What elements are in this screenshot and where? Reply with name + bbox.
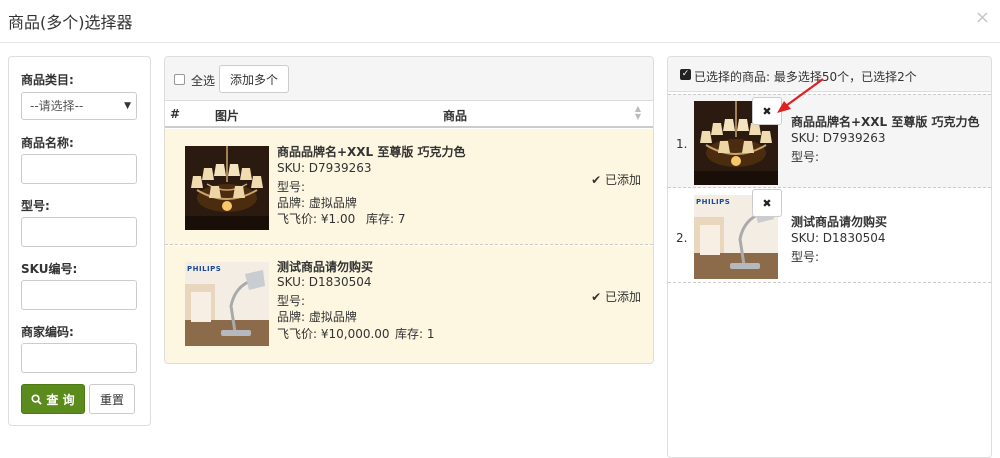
selected-item: 1. ✖ 商品品牌名+XXL 至尊版 巧克力色 SKU: D7939263 型号… [668,94,991,188]
modal-header: 商品(多个)选择器 × [0,0,1000,43]
search-icon [31,393,43,405]
product-sku: SKU: D1830504 [277,275,372,289]
selected-item-model: 型号: [791,150,820,164]
table-header: # 图片 商品 ▲ ▼ [165,101,653,128]
product-brand: 品牌: 虚拟品牌 [277,310,357,324]
selected-item-name: 测试商品请勿购买 [791,215,888,229]
desk-lamp-thumbnail: PHILIPS [185,262,269,346]
selected-item-sku: SKU: D7939263 [791,131,886,145]
reset-button[interactable]: 重置 [89,384,135,414]
product-model: 型号: [277,180,306,194]
modal-title: 商品(多个)选择器 [8,13,133,32]
column-product[interactable]: 商品 [443,107,467,124]
model-label: 型号: [21,199,50,213]
added-label: 已添加 [604,173,641,187]
query-button-label: 查 询 [46,392,75,407]
selected-item-index: 2. [676,231,688,245]
chandelier-image [185,146,269,230]
category-select[interactable]: --请选择-- ▼ [21,92,137,120]
product-toolbar: 全选 添加多个 [165,57,653,101]
philips-logo: PHILIPS [696,198,731,206]
added-status: ✔ 已添加 [591,288,641,305]
selected-panel: ✓ 已选择的商品: 最多选择50个，已选择2个 1. ✖ 商品品牌名+XXL 至… [667,56,992,458]
selected-item-index: 1. [676,137,688,151]
product-stock: 库存: 7 [366,212,406,226]
annotation-arrow-icon [777,78,824,113]
product-price: 飞飞价: ¥10,000.00 [277,327,390,341]
category-label: 商品类目: [21,73,74,87]
table-row: 商品品牌名+XXL 至尊版 巧克力色 SKU: D7939263 型号: 品牌:… [165,129,653,245]
column-index: # [170,107,181,121]
added-label: 已添加 [604,290,641,304]
product-price: 飞飞价: ¥1.00 [277,212,356,226]
check-icon: ✔ [591,290,602,304]
select-all-checkbox[interactable] [174,74,185,85]
category-select-value: --请选择-- [30,99,84,113]
sort-icon[interactable]: ▲ ▼ [635,105,641,121]
product-sku: SKU: D7939263 [277,161,372,175]
model-input[interactable] [21,217,137,247]
selected-item-sku: SKU: D1830504 [791,231,886,245]
product-stock: 库存: 1 [395,327,435,341]
column-image: 图片 [215,109,240,123]
close-icon: ✖ [762,104,772,118]
sku-label: SKU编号: [21,262,78,276]
select-all-label: 全选 [191,74,216,88]
product-brand: 品牌: 虚拟品牌 [277,196,357,210]
product-name-input[interactable] [21,154,137,184]
merchant-code-label: 商家编码: [21,325,74,339]
philips-logo: PHILIPS [187,265,222,273]
add-multiple-button[interactable]: 添加多个 [219,65,289,93]
selected-checkbox[interactable]: ✓ [680,69,691,80]
product-model: 型号: [277,294,306,308]
product-name-label: 商品名称: [21,136,74,150]
query-button[interactable]: 查 询 [21,384,85,414]
added-status: ✔ 已添加 [591,171,641,188]
check-icon: ✔ [591,173,602,187]
selected-item-model: 型号: [791,250,820,264]
selected-header: ✓ 已选择的商品: 最多选择50个，已选择2个 [668,57,991,92]
product-list-panel: 全选 添加多个 # 图片 商品 ▲ ▼ 商品品牌名+XXL 至尊版 巧克力色 S… [164,56,654,364]
merchant-code-input[interactable] [21,343,137,373]
product-name: 商品品牌名+XXL 至尊版 巧克力色 [277,145,466,159]
filter-panel: 商品类目: --请选择-- ▼ 商品名称: 型号: SKU编号: 商家编码: 查… [8,56,151,426]
sku-input[interactable] [21,280,137,310]
product-name: 测试商品请勿购买 [277,260,374,274]
table-row: PHILIPS 测试商品请勿购买 SKU: D1830504 型号: 品牌: 虚… [165,246,653,363]
remove-item-button[interactable]: ✖ [752,189,782,217]
caret-down-icon: ▼ [124,101,131,111]
close-icon: ✖ [762,196,772,210]
desk-lamp-image [185,262,269,346]
selected-item: 2. PHILIPS ✖ 测试商品请勿购买 SKU: D1830504 型号: [668,189,991,283]
chandelier-thumbnail [185,146,269,230]
close-icon[interactable]: × [975,7,990,28]
